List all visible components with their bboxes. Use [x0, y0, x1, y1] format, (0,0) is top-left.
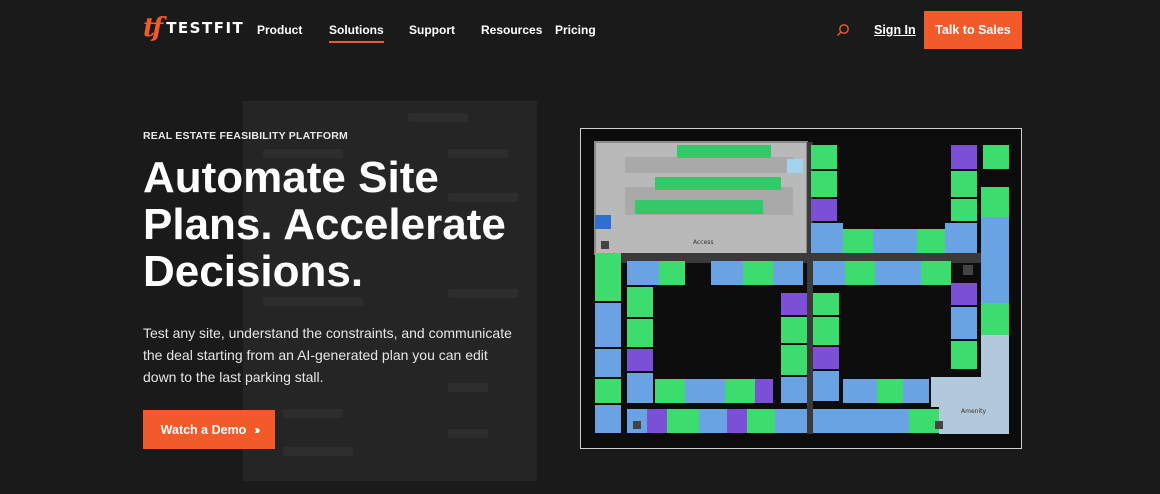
- accessible-stall: [595, 215, 611, 229]
- page: tf TESTFIT Product Solutions Support Res…: [0, 0, 1160, 494]
- logo-mark: tf: [143, 13, 163, 43]
- hero-description: Test any site, understand the constraint…: [143, 325, 512, 385]
- watch-demo-button[interactable]: Watch a Demo ›››: [143, 410, 275, 449]
- hero-eyebrow: REAL ESTATE FEASIBILITY PLATFORM: [143, 130, 348, 142]
- hero-headline: Automate Site Plans. Accelerate Decision…: [143, 153, 506, 296]
- nav-pricing[interactable]: Pricing: [555, 23, 596, 37]
- parking-stalls-green: [635, 200, 763, 214]
- amenity-label: Amenity: [961, 408, 986, 415]
- logo-text: TESTFIT: [166, 19, 245, 37]
- parking-stalls-green: [655, 177, 781, 190]
- triple-chevron-right-icon: ›››: [254, 422, 260, 437]
- parking-stalls-green: [677, 145, 771, 158]
- sign-in-link[interactable]: Sign In: [874, 23, 916, 37]
- access-label: Access: [693, 239, 714, 246]
- site-plan-image: Access Amenity: [580, 128, 1022, 449]
- nav-product[interactable]: Product: [257, 23, 302, 37]
- top-navigation: tf TESTFIT Product Solutions Support Res…: [0, 0, 1160, 62]
- talk-to-sales-button[interactable]: Talk to Sales: [924, 11, 1022, 49]
- search-icon[interactable]: [836, 23, 850, 37]
- watch-demo-label: Watch a Demo: [160, 422, 247, 437]
- testfit-logo[interactable]: tf TESTFIT: [143, 14, 244, 42]
- nav-solutions[interactable]: Solutions: [329, 23, 384, 43]
- site-plan-drawing: Access Amenity: [594, 141, 1009, 434]
- nav-support[interactable]: Support: [409, 23, 455, 37]
- nav-resources[interactable]: Resources: [481, 23, 542, 37]
